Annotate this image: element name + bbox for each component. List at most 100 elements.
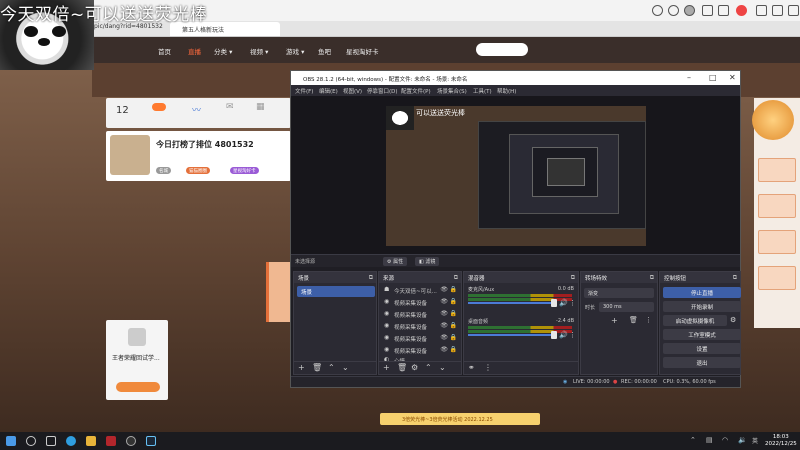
eye-icon[interactable]: 👁 <box>440 346 448 353</box>
maximize-icon[interactable]: □ <box>709 73 717 82</box>
nav-fishbar[interactable]: 鱼吧 <box>318 46 331 56</box>
transition-select[interactable]: 渐变 <box>584 288 654 298</box>
duration-input[interactable]: 300 ms <box>599 302 654 312</box>
menu-scene-collection[interactable]: 场景集合(S) <box>437 87 467 95</box>
obs-preview[interactable]: 可以送送荧光棒 <box>291 96 740 256</box>
ime-icon[interactable]: 英 <box>752 436 758 445</box>
download-icon[interactable] <box>772 5 783 16</box>
menu-file[interactable]: 文件(F) <box>295 87 313 95</box>
popout-icon[interactable]: ⧉ <box>650 274 654 282</box>
properties-button[interactable]: ⚙ 属性 <box>383 257 408 266</box>
wifi-icon[interactable]: ◠ <box>722 436 728 444</box>
nav-home[interactable]: 首页 <box>158 46 171 56</box>
gift-icon[interactable]: ✉ <box>226 102 234 112</box>
toggle-icon[interactable] <box>152 103 166 111</box>
more-icon[interactable]: ⋮ <box>569 299 576 307</box>
menu-profile[interactable]: 配置文件(P) <box>401 87 431 95</box>
clock[interactable]: 18:03 2022/12/25 <box>765 434 797 448</box>
source-item[interactable]: ◉ 视频采集设备 👁 🔒 <box>382 297 458 308</box>
more-icon[interactable]: ⋮ <box>484 363 492 372</box>
menu-help[interactable]: 帮助(H) <box>497 87 516 95</box>
settings-button[interactable]: 设置 <box>663 343 741 354</box>
calendar-icon[interactable]: ▦ <box>256 102 265 112</box>
chevron-down-icon[interactable]: ⌄ <box>439 363 446 372</box>
stop-streaming-button[interactable]: 停止直播 <box>663 287 741 298</box>
start-recording-button[interactable]: 开始录制 <box>663 301 741 312</box>
nav-star[interactable]: 星视淘好卡 <box>346 46 379 56</box>
gift-icon[interactable] <box>756 5 767 16</box>
speaker-icon[interactable]: 🔊 <box>559 331 568 339</box>
chevron-down-icon[interactable]: ⌄ <box>342 363 349 372</box>
menu-tools[interactable]: 工具(T) <box>473 87 492 95</box>
promo-box[interactable] <box>758 266 796 290</box>
notification-icon[interactable] <box>736 5 747 16</box>
chevron-up-icon[interactable]: ⌃ <box>328 363 335 372</box>
promo-box[interactable] <box>758 230 796 254</box>
exit-button[interactable]: 退出 <box>663 357 741 368</box>
history-icon[interactable] <box>668 5 679 16</box>
nav-game[interactable]: 游戏 ▾ <box>286 46 304 56</box>
clock-icon[interactable] <box>652 5 663 16</box>
scene-item[interactable]: 场景 <box>297 286 375 297</box>
more-icon[interactable]: ⋮ <box>645 316 652 324</box>
side-promo[interactable] <box>266 262 292 322</box>
close-icon[interactable]: ✕ <box>729 73 736 82</box>
shirt-icon[interactable] <box>702 5 713 16</box>
activity-strip[interactable]: 3倍荧光棒~3倍荧光棒活动 2022.12.25 <box>380 413 540 425</box>
upload-icon[interactable] <box>718 5 729 16</box>
card-action-button[interactable] <box>116 382 160 392</box>
recommend-card[interactable]: 王者荣耀回试学... <box>106 320 168 400</box>
task-view-icon[interactable] <box>46 436 56 446</box>
menu-edit[interactable]: 编辑(E) <box>319 87 338 95</box>
eye-icon[interactable]: 👁 <box>440 322 448 329</box>
site-search-input[interactable] <box>476 43 528 56</box>
source-item[interactable]: ☗ 今天双倍~可以... 👁 🔒 <box>382 285 458 296</box>
link-icon[interactable]: ⚭ <box>468 363 475 372</box>
lock-icon[interactable]: 🔒 <box>450 286 457 293</box>
search-icon[interactable] <box>26 436 36 446</box>
add-icon[interactable]: + <box>611 316 618 325</box>
trash-icon[interactable]: 🗑 <box>397 363 407 372</box>
promo-box[interactable] <box>758 158 796 182</box>
tray-chevron-icon[interactable]: ⌃ <box>690 436 696 444</box>
add-icon[interactable]: + <box>383 363 390 372</box>
eye-icon[interactable]: 👁 <box>440 310 448 317</box>
lion-mascot-icon[interactable] <box>752 100 794 140</box>
gear-icon[interactable]: ⚙ <box>411 363 418 372</box>
menu-view[interactable]: 视图(V) <box>343 87 362 95</box>
trash-icon[interactable]: 🗑 <box>629 316 638 324</box>
preview-canvas[interactable]: 可以送送荧光棒 <box>386 106 646 246</box>
promo-box[interactable] <box>758 194 796 218</box>
gear-icon[interactable]: ⚙ <box>730 316 736 324</box>
menu-icon[interactable] <box>788 5 799 16</box>
nav-video[interactable]: 视频 ▾ <box>250 46 268 56</box>
popout-icon[interactable]: ⧉ <box>454 274 458 282</box>
waveform-icon[interactable]: 〰 <box>192 103 201 116</box>
volume-slider[interactable] <box>468 299 557 307</box>
volume-icon[interactable]: 🔉 <box>738 436 747 444</box>
lock-icon[interactable]: 🔒 <box>450 334 457 341</box>
chevron-up-icon[interactable]: ⌃ <box>425 363 432 372</box>
virtual-camera-button[interactable]: 启动虚拟摄像机 <box>663 315 727 326</box>
lock-icon[interactable]: 🔒 <box>450 298 457 305</box>
eye-icon[interactable]: 👁 <box>440 286 448 293</box>
studio-mode-button[interactable]: 工作室模式 <box>663 329 741 340</box>
lock-icon[interactable]: 🔒 <box>450 322 457 329</box>
app-icon[interactable] <box>106 436 116 446</box>
file-explorer-icon[interactable] <box>86 436 96 446</box>
edge-icon[interactable] <box>66 436 76 446</box>
nav-live[interactable]: 直播 <box>188 46 201 56</box>
popout-icon[interactable]: ⧉ <box>733 274 737 282</box>
eye-icon[interactable]: 👁 <box>440 334 448 341</box>
network-icon[interactable]: ▤ <box>706 436 713 444</box>
source-item[interactable]: ◉ 视频采集设备 👁 🔒 <box>382 333 458 344</box>
lock-icon[interactable]: 🔒 <box>450 346 457 353</box>
eye-icon[interactable]: 👁 <box>440 298 448 305</box>
menu-docks[interactable]: 停靠窗口(D) <box>367 87 398 95</box>
rank-card[interactable]: 今日打榜了排位 4801532 名城 猫猫圈圈 星视淘好卡 <box>106 131 291 181</box>
avatar[interactable] <box>684 5 695 16</box>
nav-category[interactable]: 分类 ▾ <box>214 46 232 56</box>
source-item[interactable]: ◉ 视频采集设备 👁 🔒 <box>382 345 458 356</box>
obs-taskbar-icon[interactable] <box>126 436 136 446</box>
volume-slider[interactable] <box>468 331 557 339</box>
